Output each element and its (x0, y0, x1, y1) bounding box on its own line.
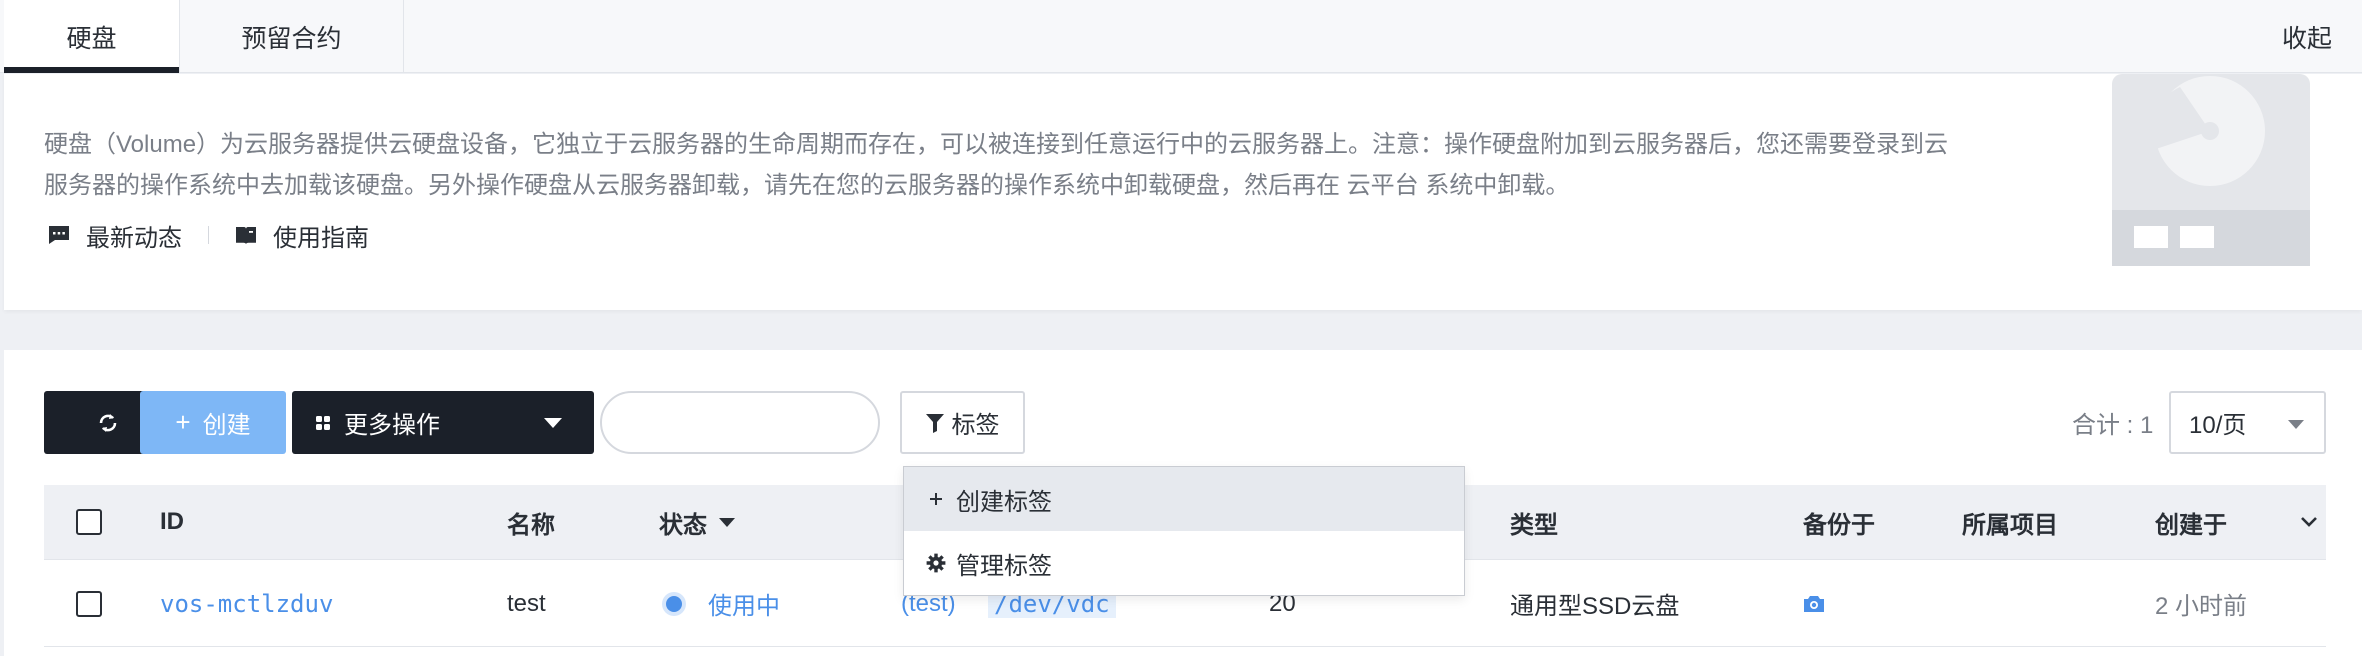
tag-filter-label: 标签 (951, 412, 1000, 439)
search-input[interactable] (600, 391, 880, 454)
column-header-id[interactable]: ID (160, 485, 184, 559)
intro-links: 最新动态 使用指南 (48, 218, 369, 253)
tag-filter-button[interactable]: 标签 (900, 391, 1025, 454)
created-header-label: 创建于 (2155, 511, 2227, 539)
status-dot-icon (666, 595, 682, 612)
row-checkbox[interactable] (76, 590, 102, 617)
total-count: 合计 : 1 (2072, 412, 2154, 439)
tab-reserved-contracts[interactable]: 预留合约 (180, 0, 404, 73)
link-divider (208, 226, 209, 244)
caret-down-icon (544, 418, 562, 428)
refresh-icon (99, 413, 117, 432)
volume-name: test (507, 589, 546, 617)
plus-icon: + (175, 407, 191, 437)
page-size-select[interactable]: 10/页 (2169, 391, 2326, 454)
backup-cell (1803, 561, 1825, 646)
column-header-name[interactable]: 名称 (507, 485, 555, 559)
tag-dropdown-menu: 创建标签 管理标签 (903, 466, 1465, 596)
select-all-checkbox[interactable] (76, 509, 102, 535)
camera-icon[interactable] (1803, 595, 1825, 613)
volume-type: 通用型SSD云盘 (1510, 593, 1680, 620)
manage-tags-label: 管理标签 (956, 552, 1052, 580)
create-tag-menu-item[interactable]: 创建标签 (904, 467, 1464, 531)
intro-panel: 硬盘（Volume）为云服务器提供云硬盘设备，它独立于云服务器的生命周期而存在，… (4, 74, 2362, 310)
latest-news-link[interactable]: 最新动态 (48, 218, 182, 253)
create-tag-label: 创建标签 (956, 488, 1052, 516)
user-guide-label: 使用指南 (273, 224, 369, 252)
latest-news-label: 最新动态 (86, 224, 182, 252)
tab-volumes[interactable]: 硬盘 (4, 0, 180, 73)
tab-bar: 硬盘 预留合约 收起 (0, 0, 2362, 73)
row-select-cell (76, 561, 102, 646)
message-icon (49, 226, 69, 244)
filter-icon (925, 413, 944, 433)
column-header-backup[interactable]: 备份于 (1803, 485, 1875, 559)
intro-description: 硬盘（Volume）为云服务器提供云硬盘设备，它独立于云服务器的生命周期而存在，… (44, 131, 1949, 199)
column-header-type[interactable]: 类型 (1510, 485, 1558, 559)
created-time: 2 小时前 (2155, 593, 2248, 620)
status-header-label: 状态 (659, 511, 707, 539)
volume-id-link[interactable]: vos-mctlzduv (160, 561, 333, 646)
plus-icon (926, 492, 946, 506)
column-header-status[interactable]: 状态 (659, 485, 735, 559)
gear-icon (926, 553, 946, 573)
chevron-down-icon[interactable] (2300, 516, 2318, 528)
collapse-link[interactable]: 收起 (2282, 0, 2332, 73)
more-actions-dropdown[interactable]: 更多操作 (292, 391, 594, 454)
create-label: 创建 (202, 412, 251, 439)
manage-tags-menu-item[interactable]: 管理标签 (904, 531, 1464, 595)
status-label: 使用中 (708, 593, 780, 620)
create-button[interactable]: + 创建 (140, 391, 286, 454)
more-actions-label: 更多操作 (344, 412, 440, 439)
column-header-project[interactable]: 所属项目 (1962, 485, 2058, 559)
filter-caret-icon[interactable] (719, 517, 735, 527)
grid-icon (316, 415, 330, 430)
hard-disk-illustration-icon (2112, 74, 2310, 266)
page-size-value: 10/页 (2189, 412, 2247, 439)
user-guide-link[interactable]: 使用指南 (235, 218, 369, 253)
caret-down-icon (2288, 420, 2304, 429)
select-all-cell (76, 485, 102, 559)
volume-status: 使用中 (666, 561, 780, 646)
column-header-created[interactable]: 创建于 (2155, 485, 2326, 559)
book-icon (236, 227, 256, 244)
